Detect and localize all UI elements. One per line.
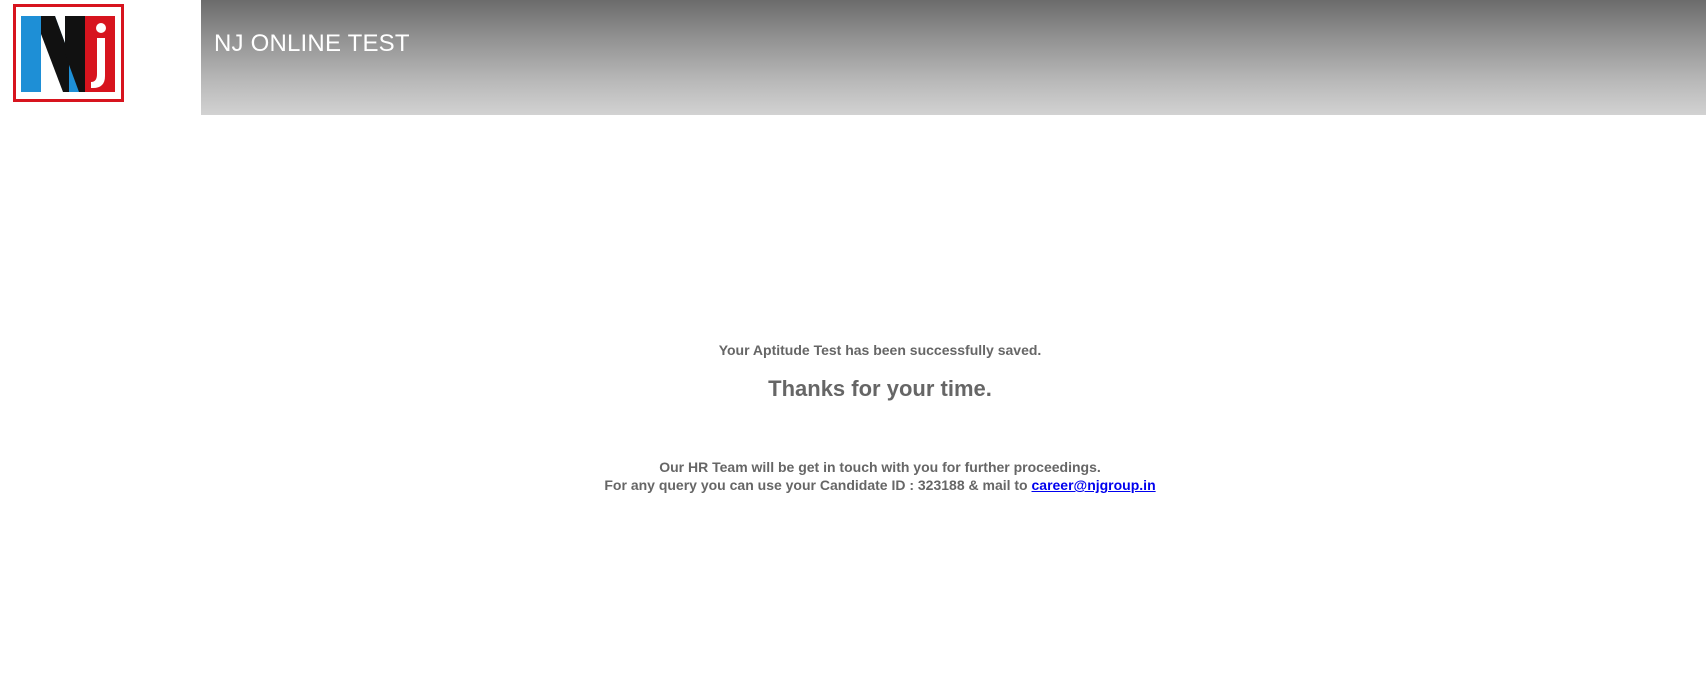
email-link[interactable]: career@njgroup.in [1032, 477, 1156, 493]
nj-logo [13, 4, 124, 102]
saved-message: Your Aptitude Test has been successfully… [718, 342, 1042, 358]
page-title: NJ ONLINE TEST [214, 30, 410, 57]
query-text: For any query you can use your Candidate… [604, 477, 1028, 493]
thanks-message: Thanks for your time. [768, 376, 992, 401]
nj-logo-icon [13, 4, 124, 102]
page: NJ ONLINE TEST Your Aptitude Test has be… [0, 0, 1706, 677]
hr-contact-block: Our HR Team will be get in touch with yo… [0, 458, 1706, 494]
query-line: For any query you can use your Candidate… [0, 476, 1706, 494]
hr-message: Our HR Team will be get in touch with yo… [659, 459, 1101, 475]
confirmation-content: Your Aptitude Test has been successfully… [0, 340, 1706, 494]
header-bar: NJ ONLINE TEST [201, 0, 1706, 115]
logo-area [0, 0, 201, 115]
